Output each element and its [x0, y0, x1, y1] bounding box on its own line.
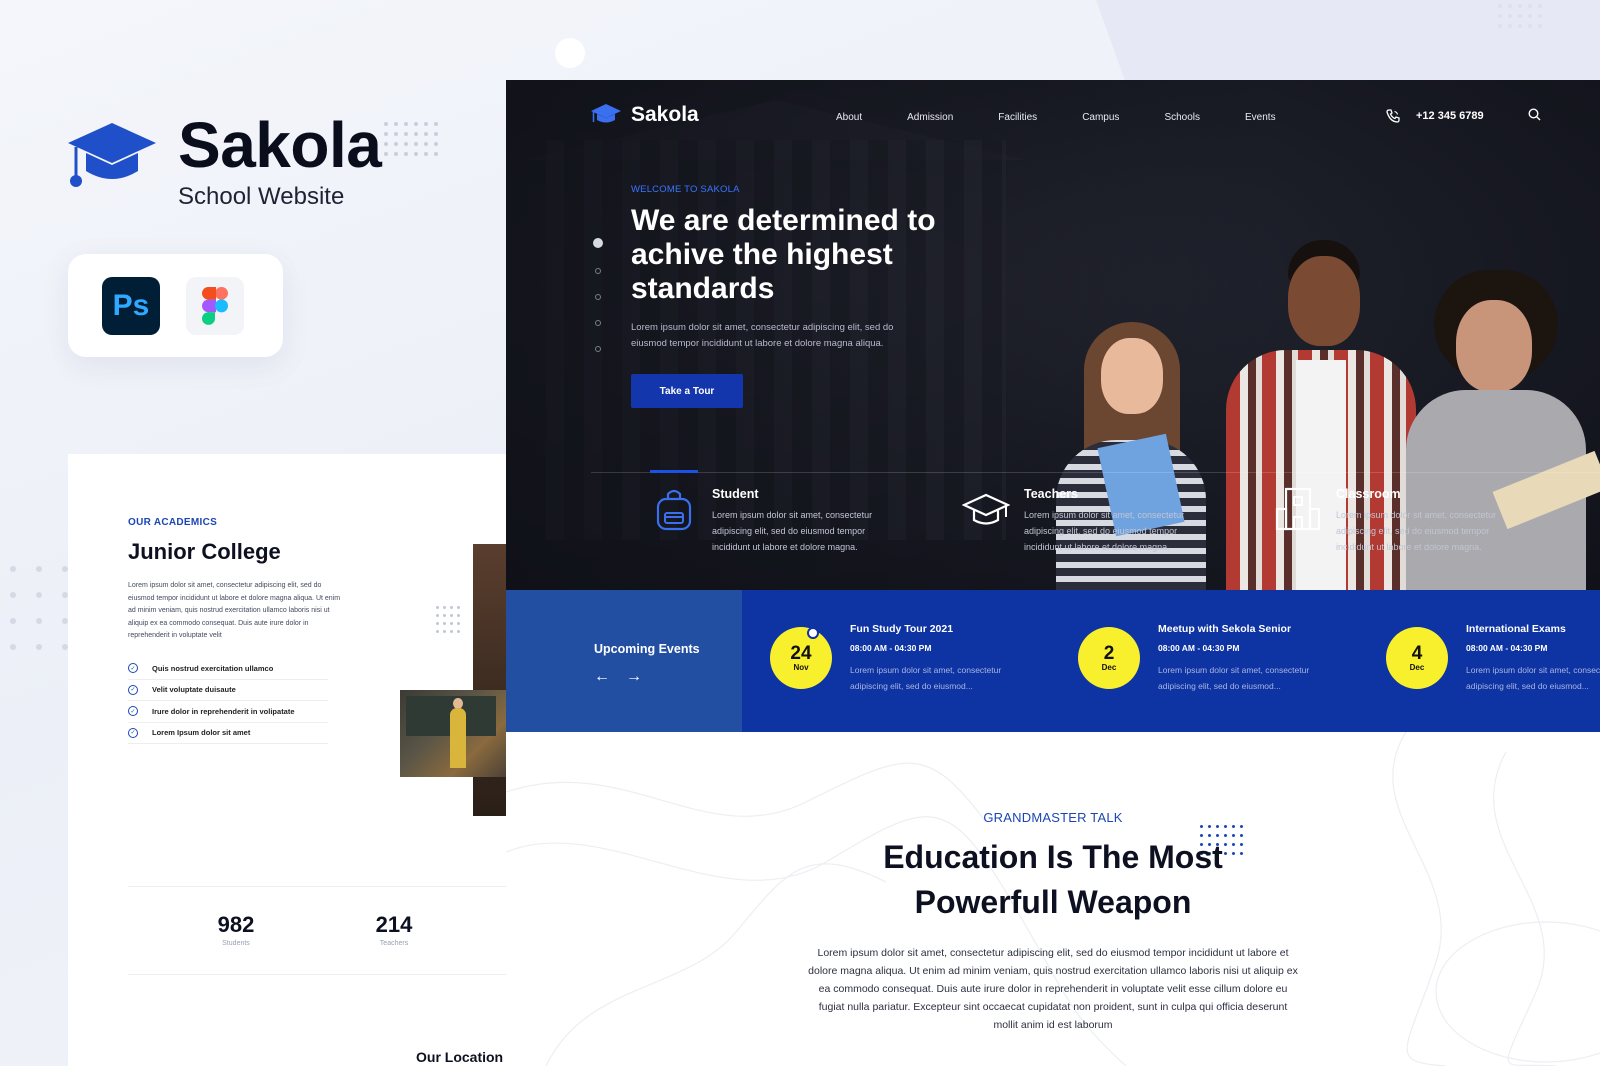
logo-text: Sakola	[631, 103, 699, 126]
brand-name: Sakola	[178, 109, 382, 181]
slider-dot[interactable]	[595, 268, 601, 274]
tools-card: Ps	[68, 254, 283, 357]
phone-number: +12 345 6789	[1416, 110, 1484, 122]
talk-eyebrow: GRANDMASTER TALK	[983, 810, 1123, 825]
slider-dot[interactable]	[595, 294, 601, 300]
event-body: Lorem ipsum dolor sit amet, consectetur …	[850, 665, 1002, 691]
site-logo[interactable]: Sakola	[591, 102, 699, 128]
stat-students: 982 Students	[217, 912, 255, 947]
stat-teachers: 214 Teachers	[375, 912, 413, 947]
phone-icon	[1386, 109, 1400, 123]
event-title: Meetup with Sekola Senior	[1158, 623, 1292, 635]
feature-title: Classroom	[1336, 487, 1401, 501]
events-header-panel: Upcoming Events ← →	[506, 590, 742, 732]
nav-about[interactable]: About	[836, 112, 862, 123]
graduation-cap-icon	[591, 104, 621, 123]
hero-section: Sakola About Admission Facilities Campus…	[506, 80, 1600, 590]
event-body: Lorem ipsum dolor sit amet, consectetur …	[1158, 665, 1310, 691]
feature-divider	[591, 472, 1600, 473]
feature-title: Teachers	[1024, 487, 1078, 501]
check-circle-icon: ✓	[128, 684, 138, 695]
feature-active-indicator	[650, 470, 698, 473]
backpack-icon	[656, 489, 692, 531]
building-icon	[1275, 487, 1321, 531]
academics-checklist: ✓ Quis nostrud exercitation ullamco ✓ Veli…	[128, 658, 328, 744]
nav-facilities[interactable]: Facilities	[998, 112, 1037, 123]
list-item: ✓ Lorem Ipsum dolor sit amet	[128, 723, 328, 744]
event-title: International Exams	[1466, 623, 1566, 635]
list-item: ✓ Quis nostrud exercitation ullamco	[128, 658, 328, 680]
prev-arrow-icon[interactable]: ←	[594, 668, 610, 686]
events-heading: Upcoming Events	[594, 642, 700, 656]
graduation-cap-logo-icon	[68, 123, 156, 187]
event-card[interactable]: 4 Dec International Exams 08:00 AM - 04:…	[1386, 623, 1600, 694]
dot-pattern	[384, 122, 444, 156]
hero-title: We are determined to achive the highest …	[631, 204, 936, 305]
talk-title: Education Is The Most Powerfull Weapon	[883, 839, 1223, 920]
promo-brand: Sakola School Website	[68, 109, 382, 211]
slider-dot-active[interactable]	[593, 238, 603, 248]
brand-subtitle: School Website	[178, 183, 345, 210]
event-body: Lorem ipsum dolor sit amet, consectetur …	[1466, 665, 1600, 691]
event-title: Fun Study Tour 2021	[850, 623, 954, 635]
divider	[128, 974, 508, 975]
nav-events[interactable]: Events	[1245, 112, 1276, 123]
graduation-cap-icon	[962, 493, 1010, 525]
event-active-indicator	[807, 627, 819, 639]
photoshop-icon: Ps	[102, 276, 160, 335]
academics-eyebrow: OUR ACADEMICS	[128, 517, 218, 528]
feature-body: Lorem ipsum dolor sit amet, consectetur …	[1024, 510, 1185, 552]
location-heading: Our Location	[416, 1049, 504, 1065]
phone-contact[interactable]: +12 345 6789	[1386, 109, 1484, 123]
upcoming-events-bar: Upcoming Events ← → 24 Nov Fun Study Tou…	[506, 590, 1600, 732]
slider-dot[interactable]	[595, 320, 601, 326]
classroom-photo	[400, 690, 508, 777]
academics-body: Lorem ipsum dolor sit amet, consectetur …	[128, 582, 341, 639]
next-arrow-icon[interactable]: →	[626, 668, 642, 686]
talk-body: Lorem ipsum dolor sit amet, consectetur …	[808, 947, 1298, 1031]
check-circle-icon: ✓	[128, 663, 138, 674]
list-item: ✓ Velit voluptate duisaute	[128, 680, 328, 701]
feature-classroom[interactable]: Classroom Lorem ipsum dolor sit amet, co…	[1274, 485, 1516, 555]
dot-pattern-top	[1498, 4, 1548, 28]
event-time: 08:00 AM - 04:30 PM	[1158, 643, 1240, 653]
search-icon	[1528, 108, 1541, 121]
list-item: ✓ Irure dolor in reprehenderit in volipat…	[128, 701, 328, 723]
academics-title: Junior College	[128, 539, 281, 564]
slider-dot[interactable]	[595, 346, 601, 352]
feature-title: Student	[712, 487, 759, 501]
nav-admission[interactable]: Admission	[907, 112, 953, 123]
main-menu: About Admission Facilities Campus School…	[836, 112, 1321, 123]
event-time: 08:00 AM - 04:30 PM	[1466, 643, 1548, 653]
top-navigation: Sakola About Admission Facilities Campus…	[506, 80, 1600, 156]
hero-body: Lorem ipsum dolor sit amet, consectetur …	[631, 322, 894, 349]
nav-campus[interactable]: Campus	[1082, 112, 1119, 123]
search-button[interactable]	[1528, 108, 1541, 126]
feature-teachers[interactable]: Teachers Lorem ipsum dolor sit amet, con…	[962, 485, 1204, 555]
feature-student[interactable]: Student Lorem ipsum dolor sit amet, cons…	[650, 485, 892, 555]
feature-body: Lorem ipsum dolor sit amet, consectetur …	[1336, 510, 1497, 552]
academics-page-preview: OUR ACADEMICS Junior College Lorem ipsum…	[68, 454, 508, 1066]
nav-schools[interactable]: Schools	[1164, 112, 1200, 123]
dot-pattern-small	[436, 606, 464, 633]
take-a-tour-button[interactable]: Take a Tour	[631, 374, 743, 408]
background-circle	[555, 38, 585, 68]
event-time: 08:00 AM - 04:30 PM	[850, 643, 932, 653]
event-date-badge: 2 Dec	[1078, 627, 1140, 689]
check-circle-icon: ✓	[128, 727, 138, 738]
feature-body: Lorem ipsum dolor sit amet, consectetur …	[712, 510, 873, 552]
check-circle-icon: ✓	[128, 706, 138, 717]
event-date-badge: 24 Nov	[770, 627, 832, 689]
homepage-preview: Sakola About Admission Facilities Campus…	[506, 80, 1600, 1066]
figma-icon	[186, 276, 244, 335]
slider-pagination	[593, 238, 603, 372]
event-card[interactable]: 2 Dec Meetup with Sekola Senior 08:00 AM…	[1078, 623, 1338, 694]
event-date-badge: 4 Dec	[1386, 627, 1448, 689]
hero-eyebrow: WELCOME TO SAKOLA	[631, 184, 740, 195]
divider	[128, 886, 508, 887]
